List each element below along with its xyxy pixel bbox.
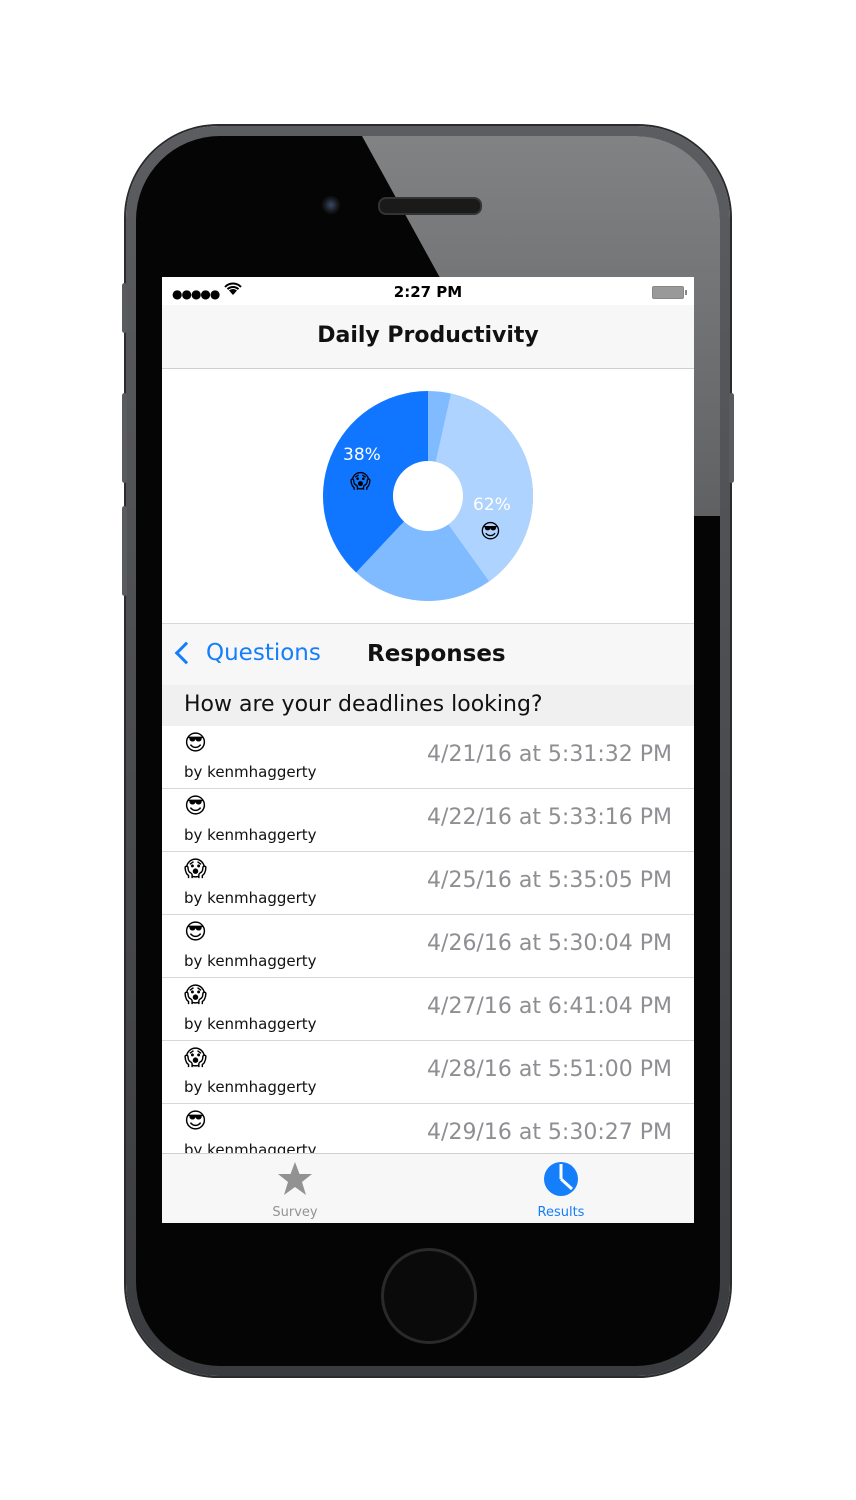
volume-up-button	[122, 393, 127, 483]
tab-results[interactable]: Results	[428, 1154, 694, 1223]
chevron-left-icon	[174, 641, 198, 665]
tab-results-label: Results	[537, 1205, 585, 1220]
response-author: by kenmhaggerty	[184, 952, 317, 970]
response-author: by kenmhaggerty	[184, 1078, 317, 1096]
responses-list[interactable]: 😎 by kenmhaggerty 4/21/16 at 5:31:32 PM 😎 by…	[162, 726, 694, 1167]
results-chart: 38% 😱 62% 😎	[162, 369, 694, 622]
home-button[interactable]	[381, 1248, 477, 1344]
response-author: by kenmhaggerty	[184, 763, 317, 781]
response-author: by kenmhaggerty	[184, 889, 317, 907]
donut-chart	[323, 391, 534, 601]
response-date: 4/28/16 at 5:51:00 PM	[427, 1057, 672, 1082]
front-camera	[322, 196, 340, 214]
response-date: 4/27/16 at 6:41:04 PM	[427, 994, 672, 1019]
slice-emoji-cool: 😎	[480, 519, 501, 543]
mute-switch	[122, 283, 127, 333]
response-date: 4/22/16 at 5:33:16 PM	[427, 805, 672, 830]
response-author: by kenmhaggerty	[184, 1015, 317, 1033]
response-author: by kenmhaggerty	[184, 826, 317, 844]
earpiece-speaker	[378, 197, 482, 215]
back-button[interactable]: Questions	[172, 640, 321, 666]
nav-title: Daily Productivity	[317, 323, 539, 348]
app-screen: ●●●●● 2:27 PM Daily Productivity 38% 😱 6…	[162, 277, 694, 1223]
response-emoji: 😱	[184, 857, 207, 882]
list-item[interactable]: 😎 by kenmhaggerty 4/21/16 at 5:31:32 PM	[162, 726, 694, 789]
list-item[interactable]: 😱 by kenmhaggerty 4/28/16 at 5:51:00 PM	[162, 1041, 694, 1104]
star-icon	[162, 1160, 428, 1202]
question-header: How are your deadlines looking?	[162, 685, 694, 726]
response-emoji: 😎	[184, 794, 207, 819]
status-time: 2:27 PM	[393, 283, 463, 301]
tab-bar: Survey Results	[162, 1153, 694, 1223]
response-emoji: 😎	[184, 920, 207, 945]
response-date: 4/21/16 at 5:31:32 PM	[427, 742, 672, 767]
navigation-bar: Daily Productivity	[162, 305, 694, 369]
response-emoji: 😱	[184, 983, 207, 1008]
power-button	[729, 393, 734, 483]
response-emoji: 😎	[184, 731, 207, 756]
status-bar: ●●●●● 2:27 PM	[162, 277, 694, 305]
response-emoji: 😱	[184, 1046, 207, 1071]
slice-emoji-scream: 😱	[350, 469, 371, 493]
response-date: 4/25/16 at 5:35:05 PM	[427, 868, 672, 893]
question-text: How are your deadlines looking?	[184, 692, 543, 717]
response-date: 4/29/16 at 5:30:27 PM	[427, 1120, 672, 1145]
responses-nav-bar: Questions Responses	[162, 623, 694, 687]
back-button-label: Questions	[206, 640, 321, 666]
list-item[interactable]: 😱 by kenmhaggerty 4/27/16 at 6:41:04 PM	[162, 978, 694, 1041]
responses-title: Responses	[367, 641, 506, 667]
slice-label-cool: 62%	[473, 495, 511, 515]
list-item[interactable]: 😱 by kenmhaggerty 4/25/16 at 5:35:05 PM	[162, 852, 694, 915]
donut-hole	[393, 461, 463, 531]
volume-down-button	[122, 506, 127, 596]
tab-survey[interactable]: Survey	[162, 1154, 428, 1223]
pie-chart-icon	[428, 1160, 694, 1202]
slice-label-scream: 38%	[343, 445, 381, 465]
battery-icon	[652, 286, 687, 299]
tab-survey-label: Survey	[272, 1205, 318, 1220]
list-item[interactable]: 😎 by kenmhaggerty 4/22/16 at 5:33:16 PM	[162, 789, 694, 852]
response-emoji: 😎	[184, 1109, 207, 1134]
response-date: 4/26/16 at 5:30:04 PM	[427, 931, 672, 956]
list-item[interactable]: 😎 by kenmhaggerty 4/26/16 at 5:30:04 PM	[162, 915, 694, 978]
